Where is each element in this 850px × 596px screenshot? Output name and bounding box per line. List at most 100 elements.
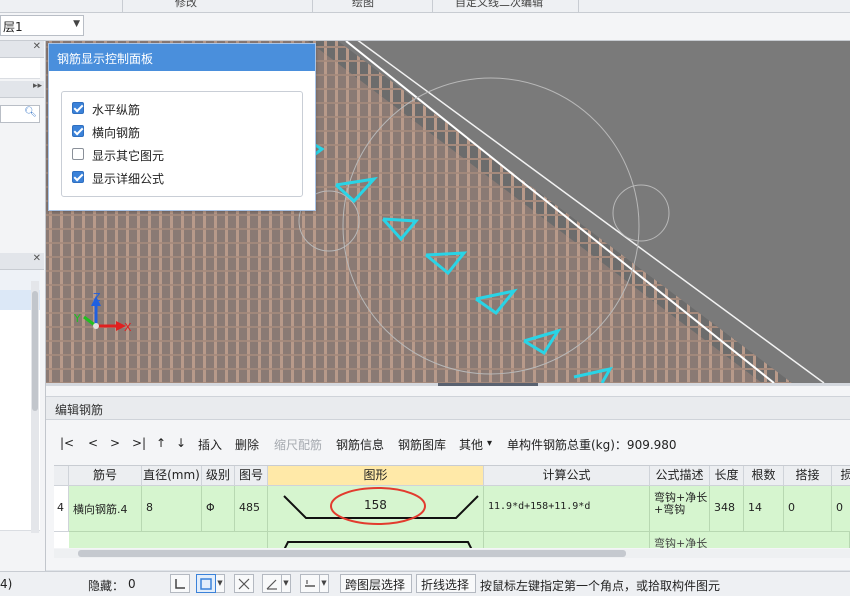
editor-title: 编辑钢筋 [55, 403, 104, 417]
scale-rebar-button[interactable]: 缩尺配筋 [274, 436, 322, 453]
scrollbar-thumb[interactable] [78, 550, 626, 557]
chevron-down-icon[interactable]: ▼ [320, 574, 329, 593]
first-row-button[interactable]: |< [60, 436, 74, 450]
diameter-cell[interactable]: 8 [142, 486, 202, 532]
orthogonal-icon[interactable] [170, 574, 190, 593]
checkbox-checked-icon[interactable] [72, 171, 84, 183]
menu-separator [122, 0, 123, 12]
column-header-grade[interactable]: 级别 [202, 466, 235, 486]
column-header-formula-desc[interactable]: 公式描述 [650, 466, 710, 486]
floor-select-value: 层1 [3, 20, 23, 34]
formula-cell[interactable]: 11.9*d+158+11.9*d [484, 486, 650, 532]
status-bar: 4) 隐藏： 0 ▼ ▼ ▼ 跨图层选择 折线选择 按鼠标左键指定第一个角点，或… [0, 571, 850, 596]
cross-layer-select-button[interactable]: 跨图层选择 [340, 574, 412, 593]
prev-row-button[interactable]: < [88, 436, 98, 450]
axis-y-label: Y [73, 312, 81, 325]
menu-modify[interactable]: 修改 [175, 0, 197, 10]
row-number-cell: 4 [54, 486, 69, 532]
rebar-library-button[interactable]: 钢筋图库 [398, 436, 446, 453]
formula-desc-cell[interactable]: 弯钩+净长+弯钩 [650, 486, 710, 532]
left-panel-header: ✕ [0, 41, 44, 58]
control-panel-titlebar[interactable]: 钢筋显示控制面板 [49, 44, 315, 71]
column-header-shape[interactable]: 图形 [268, 466, 484, 486]
checkbox-checked-icon[interactable] [72, 102, 84, 114]
table-row[interactable] [69, 532, 268, 548]
floor-select[interactable]: 层1 ▼ [0, 15, 84, 36]
floor-toolbar: 层1 ▼ [0, 13, 850, 41]
chevron-down-icon[interactable]: ▾ [487, 438, 492, 449]
insert-button[interactable]: 插入 [198, 436, 222, 453]
column-header-bar-no[interactable]: 筋号 [69, 466, 142, 486]
column-header-rownum [54, 466, 69, 486]
other-menu-button[interactable]: 其他 [459, 436, 483, 453]
move-down-button[interactable]: ↓ [176, 436, 186, 450]
close-icon[interactable]: ✕ [33, 41, 41, 52]
status-left-text: 4) [0, 577, 13, 591]
rebar-info-button[interactable]: 钢筋信息 [336, 436, 384, 453]
rebar-shape-icon [283, 541, 473, 548]
close-icon[interactable]: ✕ [33, 253, 41, 264]
delete-button[interactable]: 删除 [235, 436, 259, 453]
status-hint: 按鼠标左键指定第一个角点，或拾取构件图元 [480, 579, 721, 593]
horizontal-scrollbar[interactable] [54, 549, 850, 558]
chevron-down-icon[interactable]: ▼ [216, 574, 225, 593]
column-header-diameter[interactable]: 直径(mm) [142, 466, 202, 486]
axis-z-label: Z [93, 291, 101, 304]
chevron-down-icon[interactable]: ▼ [282, 574, 291, 593]
column-header-length[interactable]: 长度 [710, 466, 744, 486]
menu-separator [312, 0, 313, 12]
length-cell[interactable]: 348 [710, 486, 744, 532]
rebar-table: 筋号 直径(mm) 级别 图号 图形 计算公式 公式描述 长度 根数 搭接 损 … [54, 465, 850, 548]
list-item[interactable] [0, 58, 40, 79]
expand-icon[interactable]: ▸▸ [33, 81, 42, 91]
cross-snap-icon[interactable] [234, 574, 254, 593]
top-menu-strip: 修改 绘图 自定义线二次编辑 [0, 0, 850, 13]
column-header-count[interactable]: 根数 [744, 466, 784, 486]
component-search-input[interactable]: 🔍︎ [0, 105, 40, 123]
search-icon[interactable]: 🔍︎ [24, 107, 37, 118]
formula-desc-cell[interactable]: 弯钩+净长 [650, 532, 850, 548]
offset-line-icon[interactable] [300, 574, 320, 593]
move-up-button[interactable]: ↑ [156, 436, 166, 450]
snap-box-icon[interactable] [196, 574, 216, 593]
count-cell[interactable]: 14 [744, 486, 784, 532]
hidden-count-value: 0 [128, 577, 136, 591]
left-dock-panel: ✕ ▸▸ 🔍︎ ✕ [0, 41, 46, 571]
lap-cell[interactable]: 0 [784, 486, 832, 532]
grade-cell[interactable]: Φ [202, 486, 235, 532]
control-panel-title: 钢筋显示控制面板 [57, 52, 154, 66]
shape-dimension-label: 158 [364, 498, 387, 512]
editor-toolbar: |< < > >| ↑ ↓ 插入 删除 缩尺配筋 钢筋信息 钢筋图库 其他 ▾ … [46, 430, 850, 456]
menu-separator [432, 0, 433, 12]
properties-header: ✕ [0, 253, 44, 270]
vertical-scrollbar[interactable] [31, 281, 39, 533]
bar-name-cell[interactable]: 横向钢筋.4 [69, 486, 142, 532]
menu-draw[interactable]: 绘图 [352, 0, 374, 10]
next-row-button[interactable]: > [110, 436, 120, 450]
checkbox-checked-icon[interactable] [72, 125, 84, 137]
chevron-down-icon[interactable]: ▼ [73, 19, 80, 29]
axis-x-label: X [124, 321, 132, 334]
last-row-button[interactable]: >| [132, 436, 146, 450]
total-weight-label: 单构件钢筋总重(kg)：909.980 [507, 438, 677, 452]
polyline-select-button[interactable]: 折线选择 [416, 574, 476, 593]
scrollbar-thumb[interactable] [32, 291, 38, 411]
shape-cell[interactable]: 158 [268, 486, 484, 532]
figure-no-cell[interactable]: 485 [235, 486, 268, 532]
column-header-figure-no[interactable]: 图号 [235, 466, 268, 486]
menu-separator [578, 0, 579, 12]
loss-cell[interactable]: 0 [832, 486, 850, 532]
formula-cell[interactable] [484, 532, 650, 548]
angle-icon[interactable] [262, 574, 282, 593]
column-header-formula[interactable]: 计算公式 [484, 466, 650, 486]
shape-cell[interactable] [268, 532, 484, 548]
rebar-display-control-panel: 钢筋显示控制面板 水平纵筋 横向钢筋 显示其它图元 显示详细公式 [48, 43, 316, 211]
column-header-loss[interactable]: 损 [832, 466, 850, 486]
column-header-lap[interactable]: 搭接 [784, 466, 832, 486]
display-options-group: 水平纵筋 横向钢筋 显示其它图元 显示详细公式 [61, 91, 303, 197]
checkbox-unchecked-icon[interactable] [72, 148, 84, 160]
hidden-count-label: 隐藏： [88, 579, 125, 593]
editor-titlebar: 编辑钢筋 [46, 396, 850, 420]
left-panel-subheader: ▸▸ [0, 81, 44, 98]
menu-custom-line-edit[interactable]: 自定义线二次编辑 [455, 0, 543, 10]
